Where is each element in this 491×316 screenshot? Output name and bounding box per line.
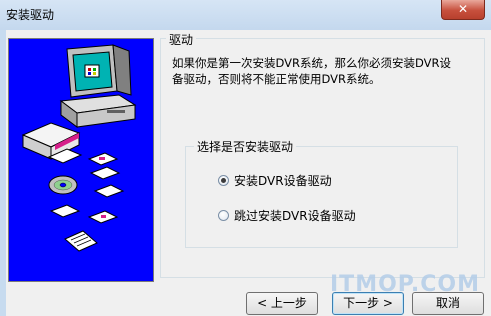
radio-skip-driver-label: 跳过安装DVR设备驱动 bbox=[234, 208, 356, 223]
window-title: 安装驱动 bbox=[6, 8, 55, 22]
radio-install-driver[interactable]: 安装DVR设备驱动 bbox=[218, 172, 332, 188]
radio-skip-driver[interactable]: 跳过安装DVR设备驱动 bbox=[218, 207, 356, 223]
back-button[interactable]: < 上一步 bbox=[246, 292, 318, 315]
close-icon: ✕ bbox=[457, 2, 469, 16]
radio-install-driver-label: 安装DVR设备驱动 bbox=[234, 173, 332, 188]
install-choice-label: 选择是否安装驱动 bbox=[194, 138, 297, 155]
driver-description: 如果你是第一次安装DVR系统，那么你必须安装DVR设备驱动，否则将不能正常使用D… bbox=[172, 56, 452, 86]
radio-button-unchecked[interactable] bbox=[218, 209, 229, 221]
cancel-button[interactable]: 取消 bbox=[412, 292, 484, 315]
title-bar[interactable]: 安装驱动 ✕ bbox=[0, 0, 491, 30]
driver-groupbox-label: 驱动 bbox=[166, 31, 197, 48]
close-button[interactable]: ✕ bbox=[441, 0, 485, 20]
install-choice-groupbox bbox=[185, 146, 458, 248]
next-button[interactable]: 下一步 > bbox=[332, 292, 404, 315]
radio-button-checked[interactable] bbox=[218, 174, 229, 186]
computer-install-illustration bbox=[21, 44, 137, 252]
setup-illustration-panel bbox=[8, 38, 154, 282]
